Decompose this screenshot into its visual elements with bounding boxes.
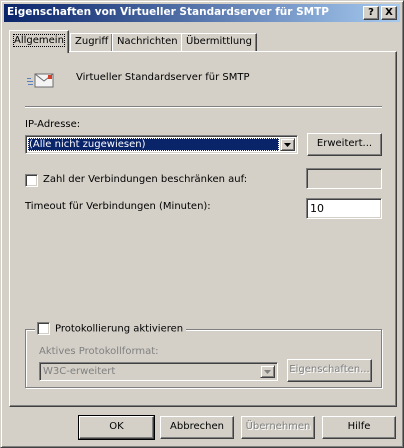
tab-zugriff[interactable]: Zugriff [70, 33, 114, 51]
smtp-server-icon [27, 73, 54, 88]
enable-logging-checkbox[interactable] [37, 322, 50, 335]
tab-label: Nachrichten [117, 36, 178, 47]
log-format-dropdown-button[interactable] [260, 365, 275, 378]
ip-dropdown-button[interactable] [280, 138, 295, 151]
close-button[interactable]: X [381, 6, 397, 20]
limit-connections-checkbox[interactable] [25, 174, 38, 187]
ip-address-value: (Alle nicht zugewiesen) [28, 138, 279, 151]
window-title: Eigenschaften von Virtueller Standardser… [7, 6, 329, 18]
ip-address-dropdown[interactable]: (Alle nicht zugewiesen) [25, 135, 298, 154]
chevron-down-icon [284, 143, 291, 147]
log-format-label: Aktives Protokollformat: [39, 346, 159, 357]
tab-allgemein[interactable]: Allgemein [9, 30, 69, 53]
separator [25, 106, 382, 108]
chevron-down-icon [264, 370, 271, 374]
log-format-dropdown[interactable]: W3C-erweitert [39, 362, 278, 381]
help-button[interactable]: Hilfe [322, 416, 396, 439]
apply-button[interactable]: Übernehmen [241, 416, 315, 439]
timeout-label: Timeout für Verbindungen (Minuten): [25, 201, 211, 212]
log-format-value: W3C-erweitert [43, 366, 116, 377]
tab-nachrichten[interactable]: Nachrichten [112, 33, 183, 51]
limit-connections-label: Zahl der Verbindungen beschränken auf: [43, 174, 248, 185]
log-properties-button[interactable]: Eigenschaften... [287, 359, 372, 382]
ip-address-label: IP-Adresse: [25, 119, 81, 130]
tab-label: Allgemein [13, 34, 65, 47]
cancel-button[interactable]: Abbrechen [160, 416, 234, 439]
limit-connections-field[interactable] [306, 168, 382, 189]
properties-dialog: Eigenschaften von Virtueller Standardser… [0, 0, 404, 448]
tab-label: Zugriff [75, 36, 109, 47]
tab-uebermittlung[interactable]: Übermittlung [181, 33, 257, 51]
help-title-button[interactable]: ? [363, 6, 379, 20]
ok-button[interactable]: OK [78, 415, 155, 440]
advanced-button[interactable]: Erweitert... [307, 133, 382, 156]
close-icon: X [385, 7, 393, 18]
help-icon: ? [368, 7, 374, 18]
logging-group-legend: Protokollierung aktivieren [35, 322, 187, 336]
tab-label: Übermittlung [186, 36, 252, 47]
server-name: Virtueller Standardserver für SMTP [76, 72, 250, 83]
title-bar[interactable]: Eigenschaften von Virtueller Standardser… [4, 4, 400, 22]
enable-logging-label: Protokollierung aktivieren [55, 323, 184, 335]
timeout-field[interactable]: 10 [306, 198, 382, 219]
